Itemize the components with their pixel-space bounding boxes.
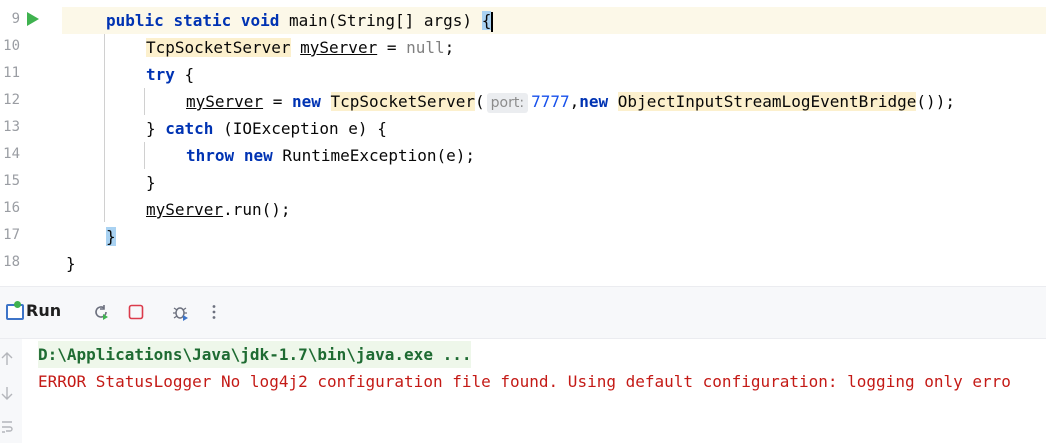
line-number: 11 xyxy=(3,65,20,81)
operator: = xyxy=(377,38,407,57)
line-number: 10 xyxy=(3,38,20,54)
code-line-10[interactable]: TcpSocketServer myServer = null; xyxy=(146,34,454,61)
keyword: static xyxy=(173,11,232,30)
indent-guide xyxy=(104,34,105,222)
semicolon: ; xyxy=(444,38,455,57)
keyword: new xyxy=(243,146,273,165)
more-icon[interactable] xyxy=(205,303,223,321)
running-indicator-icon xyxy=(14,301,21,308)
code-line-13[interactable]: } catch (IOException e) { xyxy=(146,115,387,142)
comma: , xyxy=(569,92,580,111)
code-line-17[interactable]: } xyxy=(106,223,116,250)
code-text: { xyxy=(174,65,195,84)
variable: myServer xyxy=(186,92,264,111)
code-text: .run(); xyxy=(223,200,291,219)
code-line-16[interactable]: myServer.run(); xyxy=(146,196,291,223)
code-line-12[interactable]: myServer = new TcpSocketServer(port: 7777… xyxy=(186,88,955,115)
line-number: 12 xyxy=(3,92,20,108)
number-literal: 7777 xyxy=(531,92,570,111)
code-line-18[interactable]: } xyxy=(66,250,76,277)
code-text: ()); xyxy=(916,92,955,111)
keyword: catch xyxy=(165,119,214,138)
matched-brace: { xyxy=(481,11,492,30)
code-editor[interactable]: 9 10 11 12 13 14 15 16 17 18 public stat… xyxy=(0,0,1046,286)
code-text: RuntimeException(e); xyxy=(272,146,476,165)
console-command-line[interactable]: D:\Applications\Java\jdk-1.7\bin\java.ex… xyxy=(38,341,472,368)
line-number: 14 xyxy=(3,146,20,162)
paren: ( xyxy=(475,92,485,111)
run-main-gutter-icon[interactable] xyxy=(27,12,39,26)
scroll-up-icon[interactable] xyxy=(0,351,14,367)
line-number: 13 xyxy=(3,119,20,135)
null-literal: null xyxy=(406,38,445,57)
stop-icon[interactable] xyxy=(127,303,145,321)
debug-icon[interactable] xyxy=(171,303,189,321)
keyword: new xyxy=(291,92,321,111)
keyword: new xyxy=(579,92,609,111)
run-toolbar: Run xyxy=(0,286,1046,339)
indent-guide xyxy=(144,142,145,169)
line-number: 17 xyxy=(3,227,20,243)
rerun-icon[interactable] xyxy=(92,303,110,321)
soft-wrap-icon[interactable] xyxy=(0,419,14,435)
line-number: 15 xyxy=(3,173,20,189)
parameter-hint: port: xyxy=(486,93,529,113)
console-output[interactable]: D:\Applications\Java\jdk-1.7\bin\java.ex… xyxy=(0,338,1046,443)
variable: myServer xyxy=(146,200,224,219)
code-text: } xyxy=(66,254,76,273)
keyword: void xyxy=(240,11,280,30)
code-line-14[interactable]: throw new RuntimeException(e); xyxy=(186,142,475,169)
type-name: TcpSocketServer xyxy=(330,92,476,111)
matched-brace: } xyxy=(106,227,116,246)
console-error-line: ERROR StatusLogger No log4j2 configurati… xyxy=(38,372,1011,391)
indent-guide xyxy=(144,88,145,115)
method-signature: main(String[] args) xyxy=(279,11,482,30)
scroll-down-icon[interactable] xyxy=(0,385,14,401)
code-text: } xyxy=(146,119,166,138)
editor-gutter: 9 10 11 12 13 14 15 16 17 18 xyxy=(0,0,62,286)
variable: myServer xyxy=(300,38,378,57)
code-line-9[interactable]: public static void main(String[] args) { xyxy=(106,7,494,34)
type-name: TcpSocketServer xyxy=(146,38,291,57)
keyword: try xyxy=(146,65,175,84)
type-name: ObjectInputStreamLogEventBridge xyxy=(617,92,917,111)
line-number: 16 xyxy=(3,200,20,216)
code-text: (IOException e) { xyxy=(213,119,387,138)
operator: = xyxy=(263,92,292,111)
line-number: 18 xyxy=(3,254,20,270)
line-number: 9 xyxy=(11,11,20,27)
text-caret xyxy=(491,11,494,32)
code-line-11[interactable]: try { xyxy=(146,61,194,88)
code-text: } xyxy=(146,173,156,192)
run-tab-label[interactable]: Run xyxy=(26,301,61,320)
code-line-15[interactable]: } xyxy=(146,169,156,196)
keyword: public xyxy=(106,11,164,30)
keyword: throw xyxy=(186,146,235,165)
console-side-toolbar xyxy=(0,339,22,443)
